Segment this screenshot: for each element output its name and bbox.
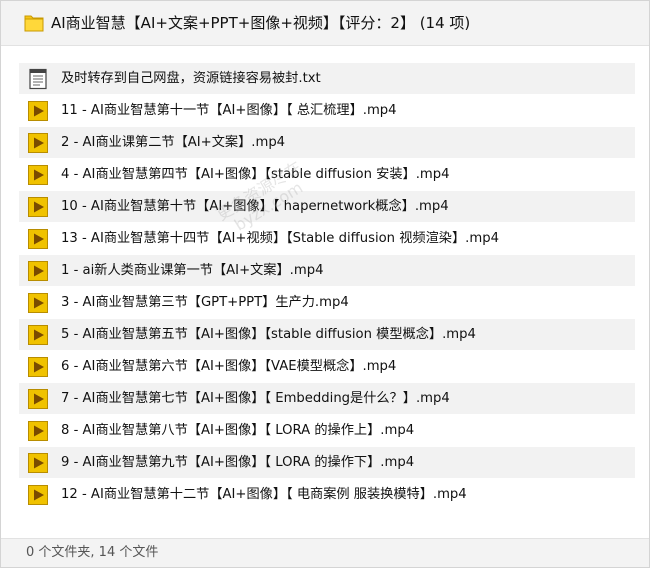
video-file-icon (27, 196, 49, 218)
file-name: 9 - AI商业智慧第九节【AI+图像】【 LORA 的操作下】.mp4 (61, 455, 415, 470)
file-list-window: AI商业智慧【AI+文案+PPT+图像+视频】【评分：2】 (14 项) 及时转… (0, 0, 650, 568)
folder-header: AI商业智慧【AI+文案+PPT+图像+视频】【评分：2】 (14 项) (1, 1, 649, 46)
file-name: 2 - AI商业课第二节【AI+文案】.mp4 (61, 135, 286, 150)
video-file-icon (27, 388, 49, 410)
file-row[interactable]: 2 - AI商业课第二节【AI+文案】.mp4 (19, 127, 635, 159)
file-name: 12 - AI商业智慧第十二节【AI+图像】【 电商案例 服装换模特】.mp4 (61, 487, 467, 502)
video-file-icon (27, 260, 49, 282)
video-file-icon (27, 420, 49, 442)
text-file-icon (27, 68, 49, 90)
video-file-icon (27, 484, 49, 506)
file-name: 1 - ai新人类商业课第一节【AI+文案】.mp4 (61, 263, 324, 278)
file-row[interactable]: 11 - AI商业智慧第十一节【AI+图像】【 总汇梳理】.mp4 (19, 95, 635, 127)
video-file-icon (27, 324, 49, 346)
file-row[interactable]: 1 - ai新人类商业课第一节【AI+文案】.mp4 (19, 255, 635, 287)
file-name: 7 - AI商业智慧第七节【AI+图像】【 Embedding是什么？】.mp4 (61, 391, 450, 406)
file-name: 6 - AI商业智慧第六节【AI+图像】【VAE模型概念】.mp4 (61, 359, 397, 374)
file-name: 8 - AI商业智慧第八节【AI+图像】【 LORA 的操作上】.mp4 (61, 423, 415, 438)
file-name: 4 - AI商业智慧第四节【AI+图像】【stable diffusion 安装… (61, 167, 450, 182)
file-name: 及时转存到自己网盘，资源链接容易被封.txt (61, 71, 321, 86)
file-name: 13 - AI商业智慧第十四节【AI+视频】【Stable diffusion … (61, 231, 499, 246)
folder-title: AI商业智慧【AI+文案+PPT+图像+视频】【评分：2】 (14 项) (51, 14, 471, 32)
file-name: 5 - AI商业智慧第五节【AI+图像】【stable diffusion 模型… (61, 327, 476, 342)
video-file-icon (27, 100, 49, 122)
file-name: 11 - AI商业智慧第十一节【AI+图像】【 总汇梳理】.mp4 (61, 103, 397, 118)
video-file-icon (27, 228, 49, 250)
file-row[interactable]: 9 - AI商业智慧第九节【AI+图像】【 LORA 的操作下】.mp4 (19, 447, 635, 479)
file-row[interactable]: 4 - AI商业智慧第四节【AI+图像】【stable diffusion 安装… (19, 159, 635, 191)
file-name: 3 - AI商业智慧第三节【GPT+PPT】生产力.mp4 (61, 295, 349, 310)
video-file-icon (27, 292, 49, 314)
video-file-icon (27, 356, 49, 378)
file-row[interactable]: 6 - AI商业智慧第六节【AI+图像】【VAE模型概念】.mp4 (19, 351, 635, 383)
video-file-icon (27, 452, 49, 474)
video-file-icon (27, 132, 49, 154)
file-count-summary: 0 个文件夹, 14 个文件 (26, 545, 159, 560)
file-row[interactable]: 8 - AI商业智慧第八节【AI+图像】【 LORA 的操作上】.mp4 (19, 415, 635, 447)
file-row[interactable]: 7 - AI商业智慧第七节【AI+图像】【 Embedding是什么？】.mp4 (19, 383, 635, 415)
file-row[interactable]: 12 - AI商业智慧第十二节【AI+图像】【 电商案例 服装换模特】.mp4 (19, 479, 635, 511)
video-file-icon (27, 164, 49, 186)
folder-icon (24, 15, 44, 32)
file-row[interactable]: 及时转存到自己网盘，资源链接容易被封.txt (19, 63, 635, 95)
file-row[interactable]: 13 - AI商业智慧第十四节【AI+视频】【Stable diffusion … (19, 223, 635, 255)
file-row[interactable]: 5 - AI商业智慧第五节【AI+图像】【stable diffusion 模型… (19, 319, 635, 351)
status-bar: 0 个文件夹, 14 个文件 (1, 538, 649, 567)
file-row[interactable]: 10 - AI商业智慧第十节【AI+图像】【 hapernetwork概念】.m… (19, 191, 635, 223)
file-name: 10 - AI商业智慧第十节【AI+图像】【 hapernetwork概念】.m… (61, 199, 449, 214)
file-row[interactable]: 3 - AI商业智慧第三节【GPT+PPT】生产力.mp4 (19, 287, 635, 319)
file-list: 及时转存到自己网盘，资源链接容易被封.txt 11 - AI商业智慧第十一节【AI… (19, 63, 635, 511)
